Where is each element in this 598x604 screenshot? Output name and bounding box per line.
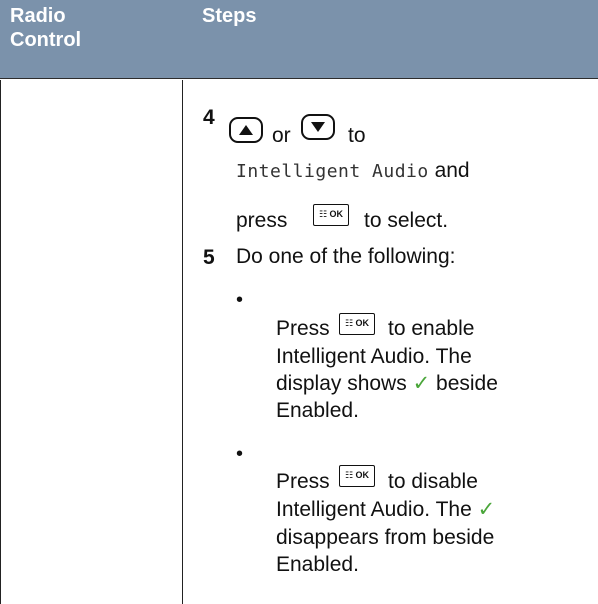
menu-ok-key-icon: ☷ OK xyxy=(339,465,375,487)
table-left-border xyxy=(0,80,1,604)
step-4-press: press xyxy=(236,209,288,232)
bullet-1-line3-a: display shows xyxy=(276,372,407,395)
step-4-line2: Intelligent Audio and xyxy=(236,158,470,185)
menu-ok-key-icon: ☷ OK xyxy=(313,204,349,226)
up-arrow-key-icon xyxy=(229,117,263,143)
bullet-1-line4: Enabled. xyxy=(276,399,359,422)
bullet-2-line1: to disable xyxy=(388,470,478,493)
header-radio-control-line2: Control xyxy=(10,29,82,51)
bullet-1-line3-b: beside xyxy=(436,372,498,395)
bullet-1-line2: Intelligent Audio. The xyxy=(276,345,472,368)
table-column-divider xyxy=(182,80,183,604)
step-5-text: Do one of the following: xyxy=(236,245,456,268)
header-radio-control: Radio Control xyxy=(10,4,81,52)
checkmark-icon: ✓ xyxy=(412,372,431,395)
steps-table: Radio Control Steps 4 or to Intelligent … xyxy=(0,0,598,604)
bullet-1-marker: • xyxy=(236,289,244,311)
step-4-and: and xyxy=(434,159,470,182)
bullet-2-line2-a: Intelligent Audio. The xyxy=(276,498,472,521)
header-steps: Steps xyxy=(202,5,257,27)
bullet-1-line3: display shows ✓ beside xyxy=(276,371,498,397)
step-4-to: to xyxy=(348,124,366,147)
table-header: Radio Control Steps xyxy=(0,0,598,79)
bullet-2-press: Press xyxy=(276,470,330,493)
step-5-number: 5 xyxy=(203,246,215,269)
down-arrow-key-icon xyxy=(301,114,335,140)
bullet-2-line4: Enabled. xyxy=(276,553,359,576)
step-4-or: or xyxy=(272,124,291,147)
menu-item-intelligent-audio: Intelligent Audio xyxy=(236,161,429,182)
bullet-2-line3: disappears from beside xyxy=(276,526,495,549)
menu-ok-key-icon: ☷ OK xyxy=(339,313,375,335)
header-radio-control-line1: Radio xyxy=(10,5,66,27)
checkmark-icon: ✓ xyxy=(477,498,496,521)
bullet-2-line2: Intelligent Audio. The ✓ xyxy=(276,497,495,523)
bullet-1-line1: to enable xyxy=(388,317,475,340)
bullet-2-marker: • xyxy=(236,443,244,465)
step-4-number: 4 xyxy=(203,106,215,129)
step-4-to-select: to select. xyxy=(364,209,449,232)
bullet-1-press: Press xyxy=(276,317,330,340)
